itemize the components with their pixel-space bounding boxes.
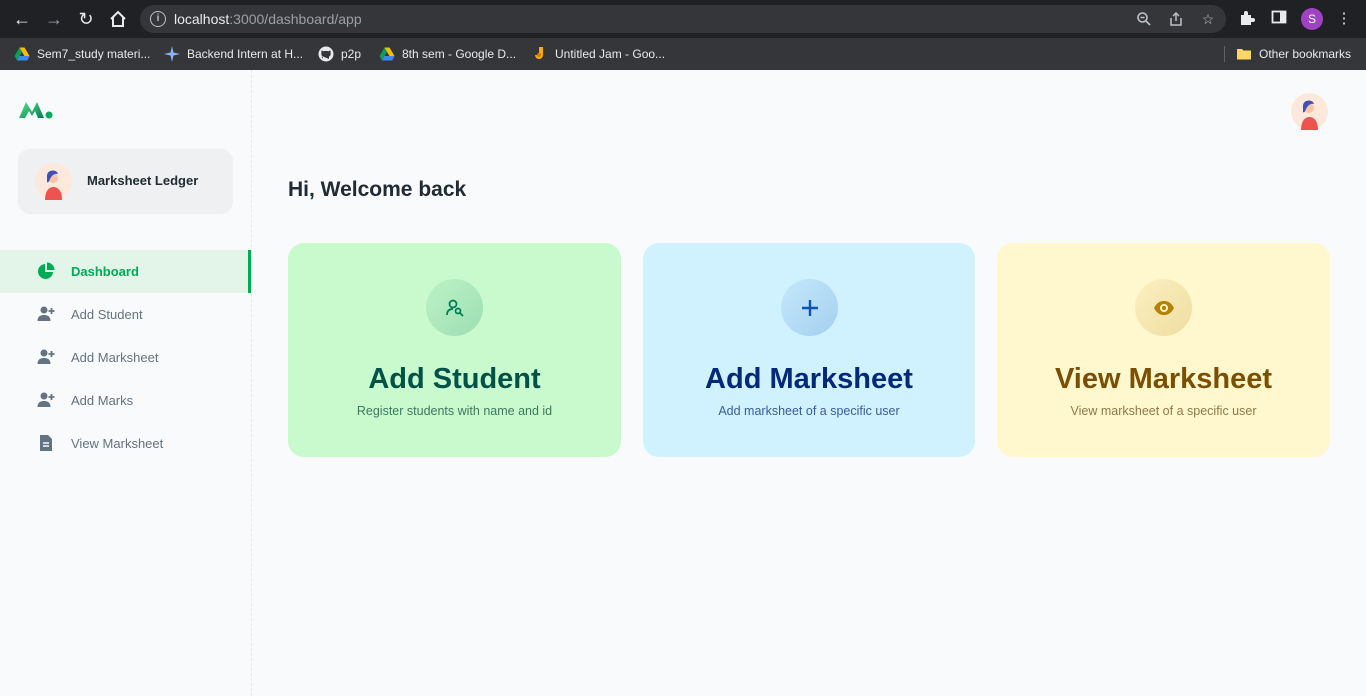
bookmark-item[interactable]: Backend Intern at H...	[164, 38, 303, 70]
add-student-card[interactable]: Add Student Register students with name …	[288, 243, 621, 457]
sidebar-item-label: Add Student	[71, 307, 143, 322]
github-icon	[318, 46, 334, 62]
jamboard-icon	[535, 47, 543, 59]
sparkle-icon	[164, 46, 180, 62]
url-text: localhost:3000/dashboard/app	[174, 11, 362, 27]
card-title: Add Student	[368, 363, 541, 395]
sidepanel-icon[interactable]	[1269, 9, 1289, 29]
bookmark-item[interactable]: 8th sem - Google D...	[379, 38, 516, 70]
bookmark-item[interactable]: Untitled Jam - Goo...	[532, 38, 665, 70]
folder-icon	[1237, 49, 1251, 60]
info-icon[interactable]: i	[150, 11, 166, 27]
star-icon[interactable]: ☆	[1200, 11, 1216, 27]
google-drive-icon	[379, 47, 395, 61]
sidebar-item-add-student[interactable]: Add Student	[0, 293, 252, 336]
profile-avatar[interactable]: S	[1301, 8, 1323, 30]
sidebar-item-add-marksheet[interactable]: Add Marksheet	[0, 336, 252, 379]
sidebar-item-label: View Marksheet	[71, 436, 164, 451]
sidebar-item-label: Add Marksheet	[71, 350, 159, 365]
people-search-icon	[426, 279, 483, 336]
share-icon[interactable]	[1168, 11, 1184, 27]
bookmark-item[interactable]: p2p	[318, 38, 361, 70]
account-card[interactable]: Marksheet Ledger	[18, 149, 233, 214]
person-add-icon	[37, 392, 55, 407]
browser-toolbar: ← → ↻ i localhost:3000/dashboard/app ☆ S…	[0, 0, 1366, 38]
back-icon[interactable]: ←	[12, 9, 32, 29]
account-name: Marksheet Ledger	[87, 173, 199, 188]
menu-icon[interactable]: ⋮	[1334, 9, 1354, 29]
other-bookmarks[interactable]: Other bookmarks	[1236, 38, 1351, 70]
person-add-icon	[37, 349, 55, 364]
sidebar-item-view-marksheet[interactable]: View Marksheet	[0, 422, 252, 465]
person-add-icon	[37, 306, 55, 321]
sidebar: Marksheet Ledger Dashboard Add Student A…	[0, 70, 252, 696]
card-title: Add Marksheet	[705, 363, 913, 395]
google-drive-icon	[14, 47, 30, 61]
card-title: View Marksheet	[1054, 363, 1273, 395]
card-subtitle: Add marksheet of a specific user	[718, 404, 900, 418]
eye-icon	[1135, 279, 1192, 336]
reload-icon[interactable]: ↻	[76, 9, 96, 29]
sidebar-item-dashboard[interactable]: Dashboard	[0, 250, 252, 293]
view-marksheet-card[interactable]: View Marksheet View marksheet of a speci…	[997, 243, 1330, 457]
user-avatar[interactable]	[1291, 93, 1328, 130]
sidebar-item-label: Dashboard	[71, 264, 139, 279]
page-title: Hi, Welcome back	[288, 178, 467, 201]
pie-chart-icon	[38, 262, 55, 279]
home-icon[interactable]	[108, 9, 128, 29]
sidebar-item-add-marks[interactable]: Add Marks	[0, 379, 252, 422]
card-subtitle: Register students with name and id	[356, 404, 553, 418]
logo-icon[interactable]	[18, 98, 54, 122]
bookmark-item[interactable]: Sem7_study materi...	[14, 38, 150, 70]
plus-icon	[781, 279, 838, 336]
address-bar[interactable]: i localhost:3000/dashboard/app ☆	[140, 5, 1226, 33]
extensions-icon[interactable]	[1237, 9, 1257, 29]
bookmarks-divider	[1224, 46, 1225, 62]
forward-icon[interactable]: →	[44, 9, 64, 29]
avatar	[35, 163, 72, 200]
file-text-icon	[40, 435, 52, 451]
card-subtitle: View marksheet of a specific user	[1070, 404, 1257, 418]
add-marksheet-card[interactable]: Add Marksheet Add marksheet of a specifi…	[643, 243, 975, 457]
sidebar-item-label: Add Marks	[71, 393, 134, 408]
zoom-icon[interactable]	[1136, 11, 1152, 27]
bookmarks-bar: Sem7_study materi... Backend Intern at H…	[0, 38, 1366, 70]
